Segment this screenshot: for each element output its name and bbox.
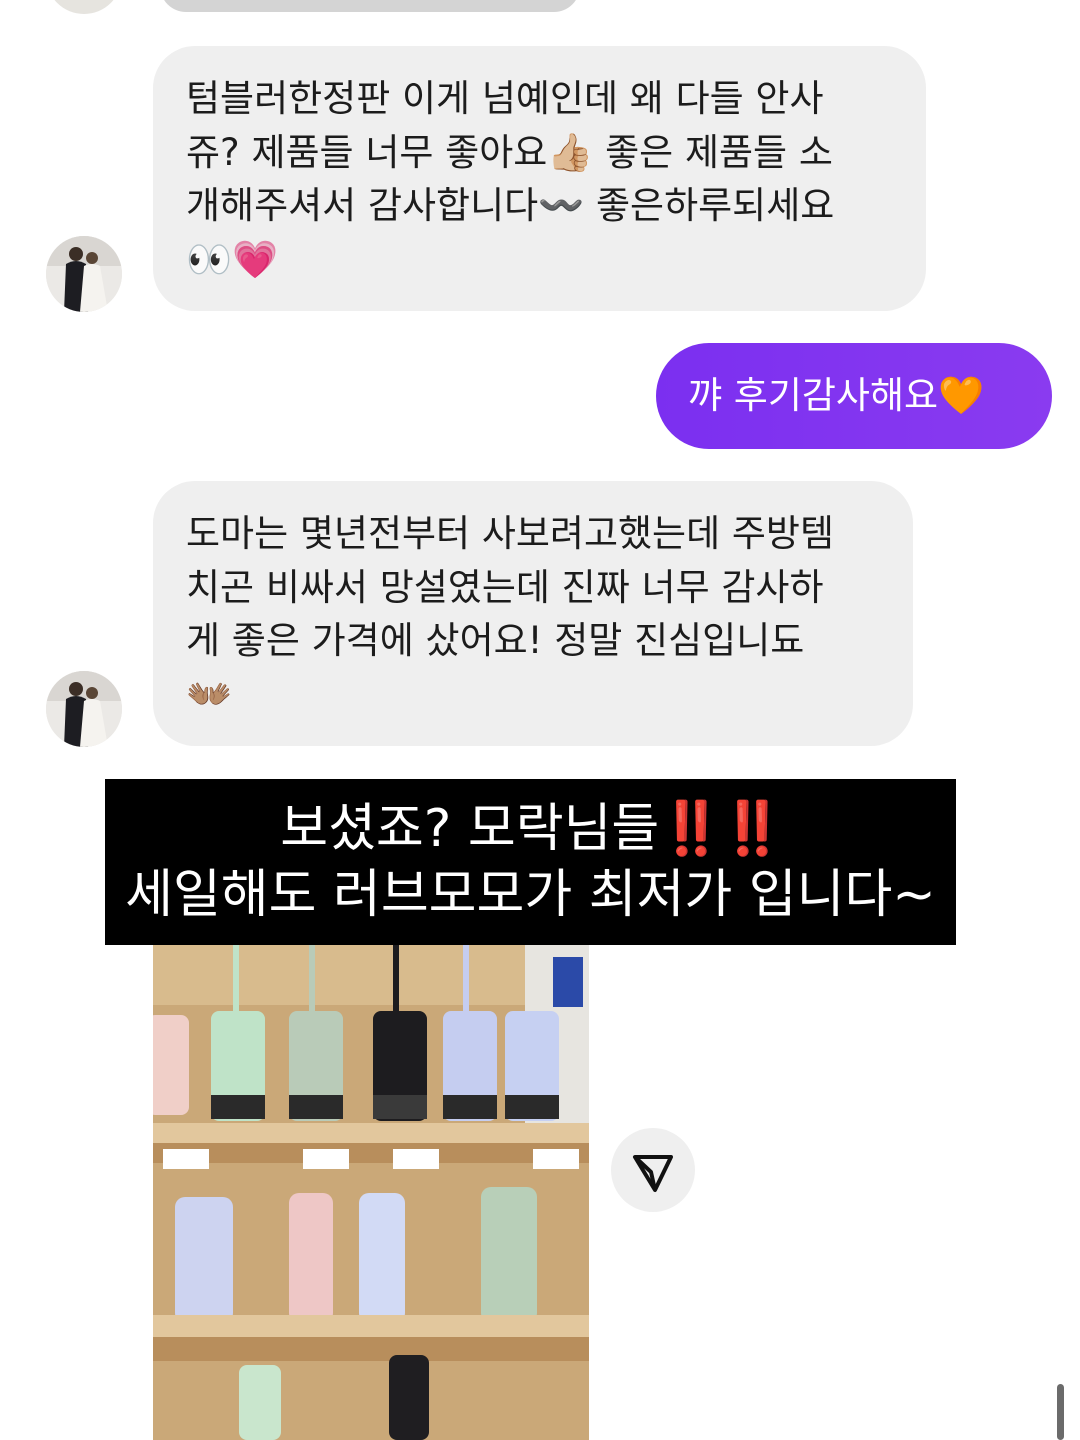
paper-plane-icon	[633, 1155, 673, 1192]
message-text: 꺄 후기감사해요🧡	[688, 374, 985, 417]
avatar[interactable]	[46, 236, 122, 312]
avatar[interactable]	[46, 0, 122, 14]
message-text: 치곤 비싸서 망설였는데 진짜 너무 감사하	[186, 565, 824, 609]
incoming-message-bubble[interactable]: 도마는 몇년전부터 사보려고했는데 주방템 치곤 비싸서 망설였는데 진짜 너무…	[153, 481, 913, 746]
tumbler-shelf-photo	[153, 945, 589, 1440]
scrollbar[interactable]	[1057, 1384, 1064, 1440]
couple-photo-icon	[46, 671, 122, 747]
message-text: 도마는 몇년전부터 사보려고했는데 주방템	[186, 512, 835, 555]
message-text: 텀블러한정판 이게 넘예인데 왜 다들 안사	[186, 77, 824, 120]
message-text: 개해주셔서 감사합니다〰️ 좋은하루되세요	[186, 184, 835, 227]
incoming-message-bubble[interactable]: 텀블러한정판 이게 넘예인데 왜 다들 안사 쥬? 제품들 너무 좋아요👍🏼 좋…	[153, 46, 926, 311]
message-emoji: 👐🏽	[186, 672, 233, 716]
caption-text: 세일해도 러브모모가 최저가 입니다~	[125, 865, 936, 925]
double-exclamation-icon: ‼️‼️	[659, 799, 784, 859]
outgoing-message-bubble[interactable]: 꺄 후기감사해요🧡	[656, 343, 1052, 449]
caption-line: 보셨죠? 모락님들‼️‼️	[105, 796, 956, 862]
couple-photo-icon	[46, 236, 122, 312]
message-emoji: 👀💗	[186, 237, 279, 281]
avatar[interactable]	[46, 671, 122, 747]
previous-message-bubble	[160, 0, 580, 12]
message-text: 쥬? 제품들 너무 좋아요👍🏼 좋은 제품들 소	[186, 130, 833, 174]
caption-banner: 보셨죠? 모락님들‼️‼️ 세일해도 러브모모가 최저가 입니다~	[105, 779, 956, 945]
share-button[interactable]	[611, 1128, 695, 1212]
caption-text: 보셨죠? 모락님들	[280, 799, 660, 859]
shared-photo[interactable]	[153, 945, 589, 1440]
message-text: 게 좋은 가격에 샀어요! 정말 진심입니됴	[186, 619, 805, 662]
